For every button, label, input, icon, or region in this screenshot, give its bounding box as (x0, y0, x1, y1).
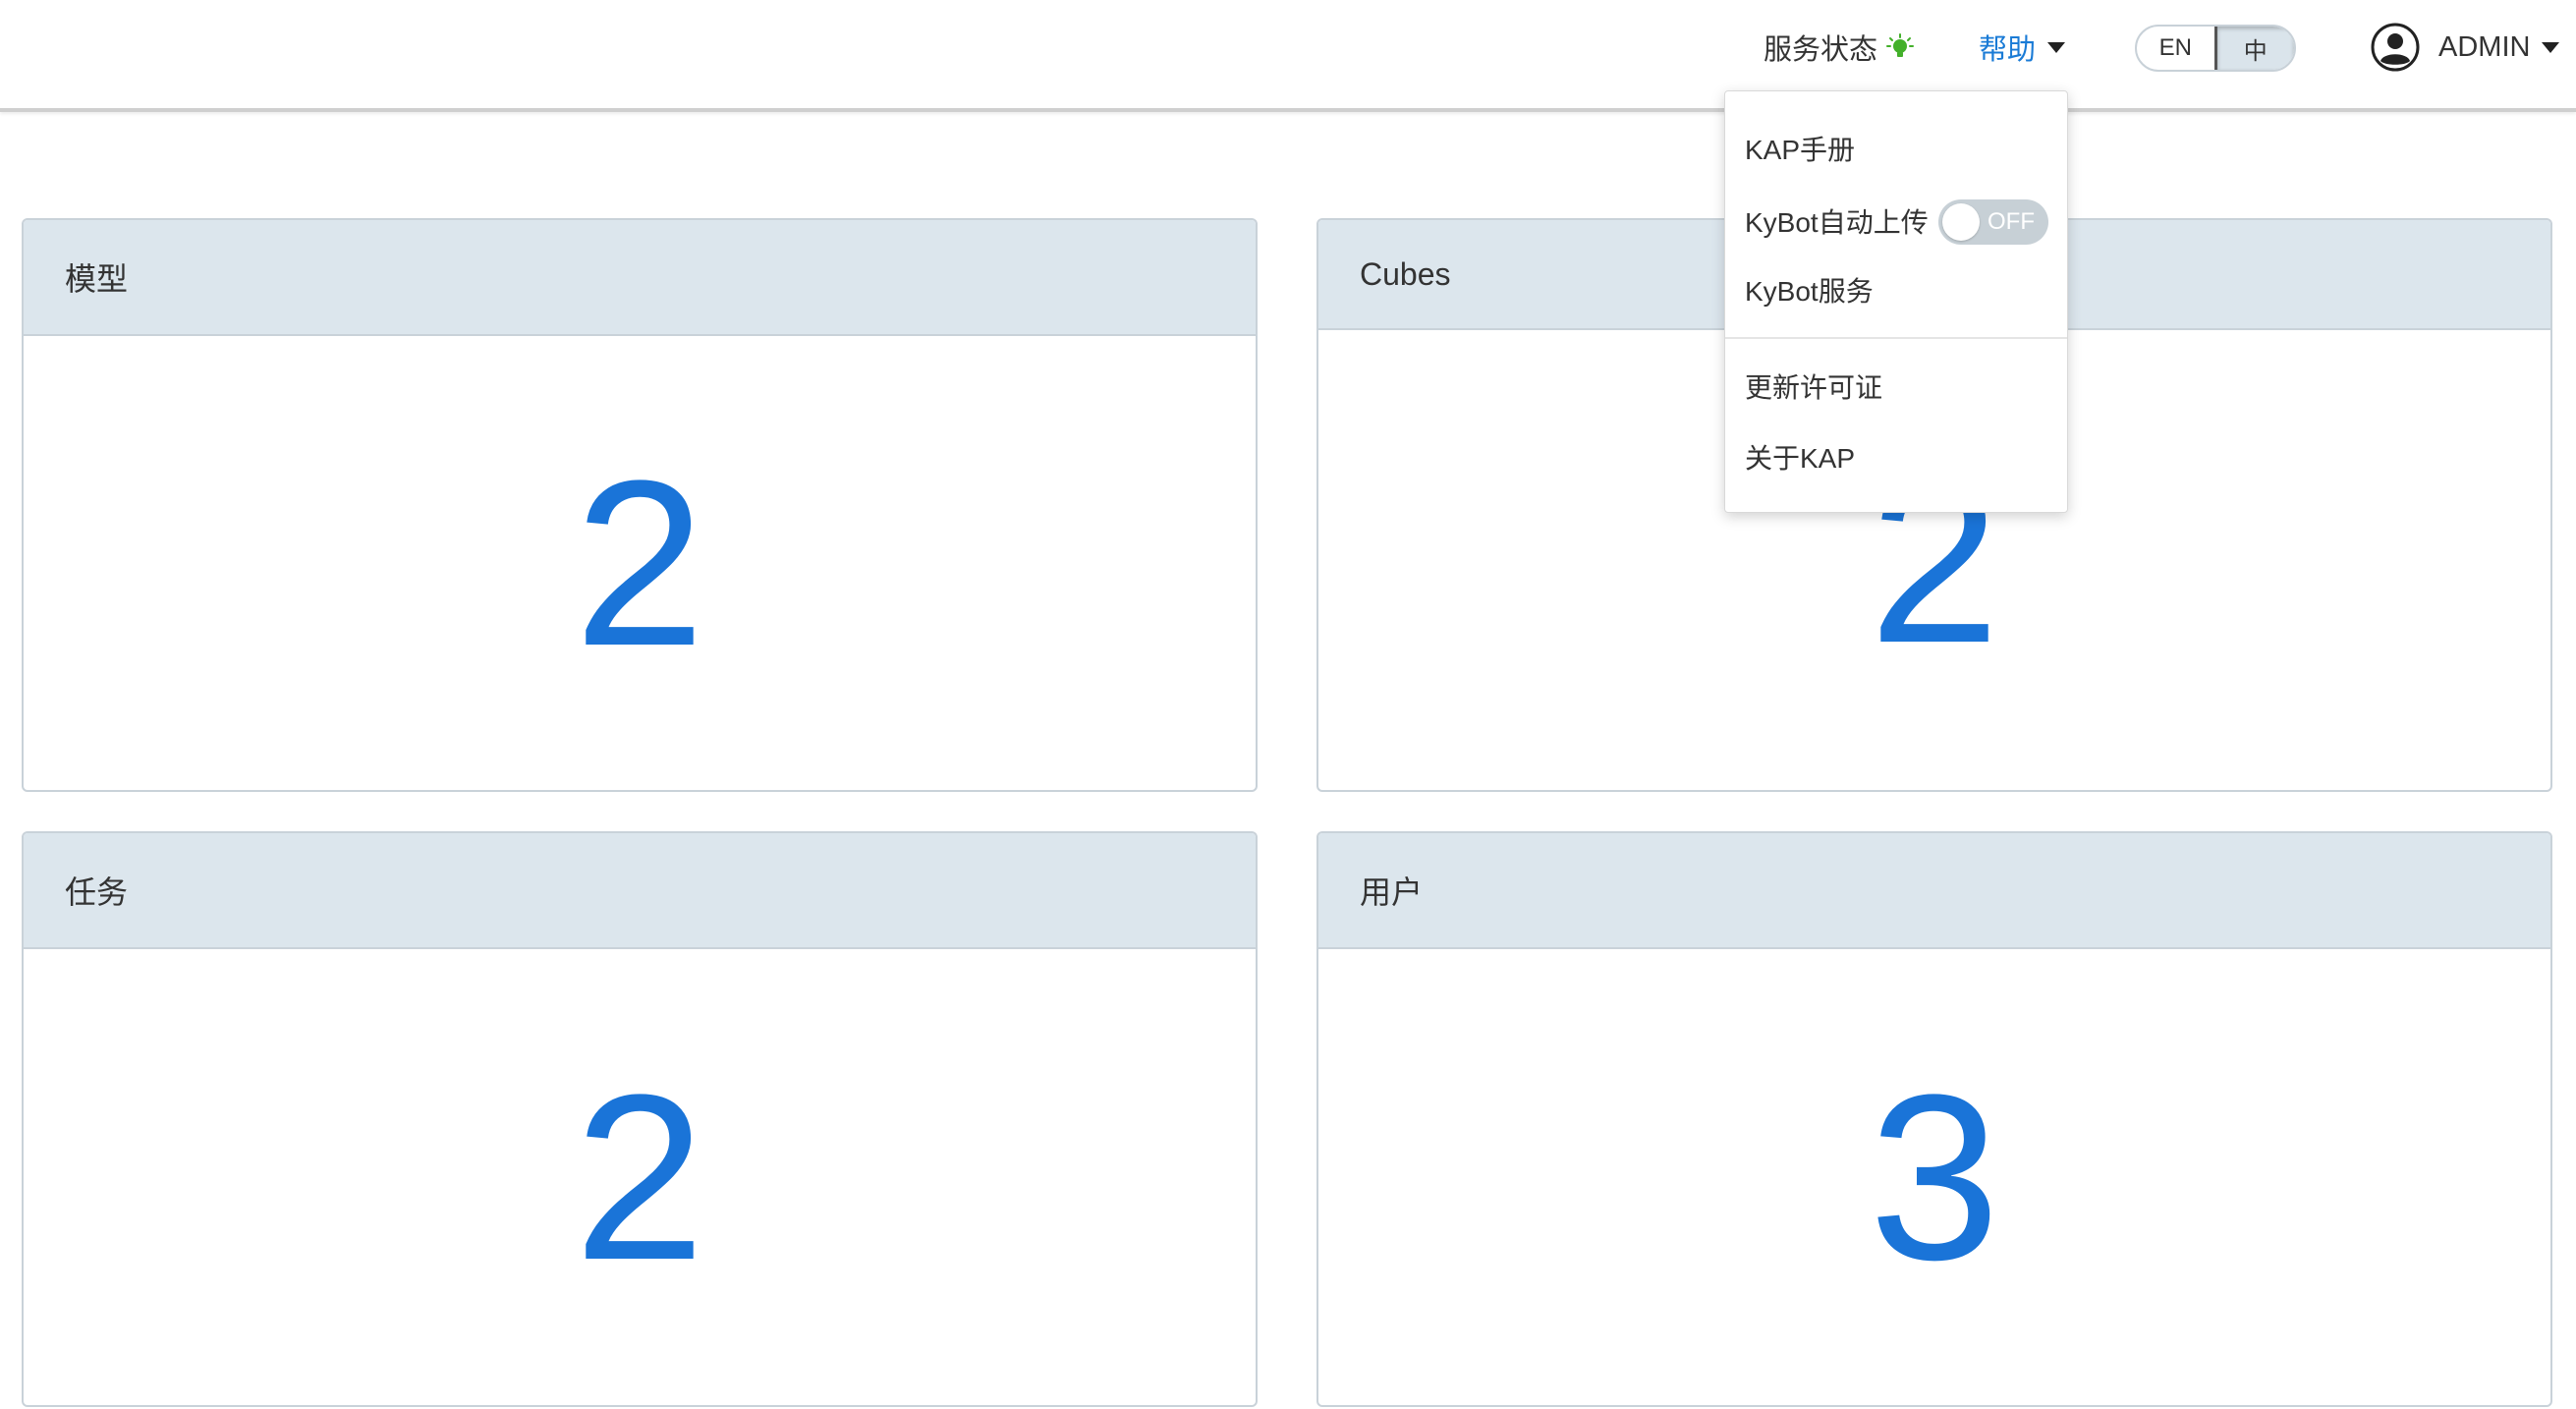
menu-item-kap-manual[interactable]: KAP手册 (1745, 127, 1855, 170)
menu-item-kybot-auto-upload[interactable]: KyBot自动上传 (1745, 199, 1929, 243)
lang-option-zh[interactable]: 中 (2213, 27, 2294, 70)
caret-down-icon (2047, 41, 2066, 53)
jobs-card[interactable]: 任务 2 (22, 831, 1258, 1407)
lightbulb-icon (1886, 33, 1915, 57)
toggle-state-label: OFF (1988, 208, 2035, 235)
menu-item-update-license[interactable]: 更新许可证 (1745, 365, 1882, 408)
language-switcher[interactable]: EN 中 (2135, 25, 2296, 72)
service-status[interactable]: 服务状态 (1764, 26, 1915, 69)
jobs-card-header: 任务 (24, 833, 1256, 949)
help-label: 帮助 (1979, 34, 2037, 66)
user-menu-toggle[interactable]: ADMIN (2370, 20, 2560, 75)
user-name: ADMIN (2438, 30, 2531, 63)
top-navbar: 服务状态 帮助 EN 中 ADMIN (0, 0, 2576, 112)
lang-option-en[interactable]: EN (2137, 27, 2214, 70)
user-circle-icon (2371, 23, 2420, 72)
jobs-count: 2 (574, 1045, 705, 1309)
users-count: 3 (1869, 1045, 2000, 1309)
menu-divider (1725, 337, 2067, 339)
caret-down-icon (2542, 41, 2560, 53)
models-card-header: 模型 (24, 220, 1256, 336)
toggle-knob (1942, 203, 1980, 241)
models-card[interactable]: 模型 2 (22, 218, 1258, 792)
menu-item-about-kap[interactable]: 关于KAP (1745, 435, 1855, 479)
menu-item-kybot-service[interactable]: KyBot服务 (1745, 268, 1874, 311)
users-card-header: 用户 (1318, 833, 2550, 949)
users-card[interactable]: 用户 3 (1316, 831, 2552, 1407)
service-status-label: 服务状态 (1764, 34, 1878, 66)
kybot-auto-upload-toggle[interactable]: OFF (1938, 199, 2048, 245)
models-count: 2 (574, 431, 705, 695)
help-menu-toggle[interactable]: 帮助 (1979, 26, 2066, 69)
help-dropdown-menu: KAP手册 KyBot自动上传 OFF KyBot服务 更新许可证 关于KAP (1724, 90, 2068, 513)
